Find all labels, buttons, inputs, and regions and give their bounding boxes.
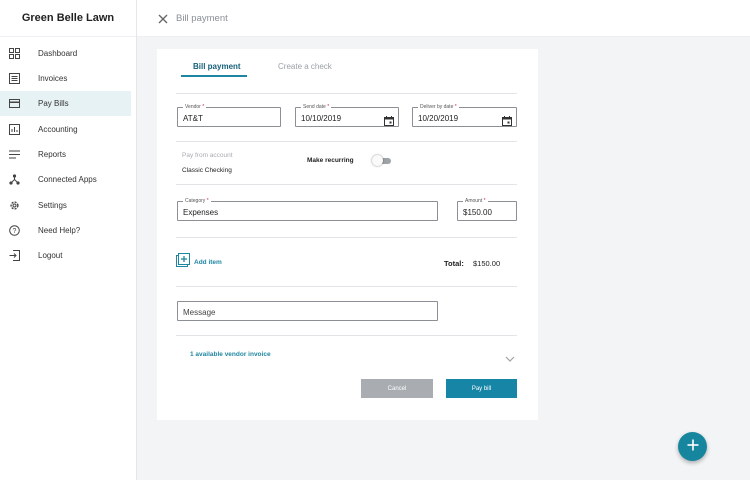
amount-field[interactable]: Amount * $150.00 <box>457 197 517 221</box>
calendar-icon[interactable] <box>502 113 512 126</box>
invoices-icon <box>9 73 20 84</box>
sidebar-item-dashboard[interactable]: Dashboard <box>0 41 131 66</box>
sidebar-item-accounting[interactable]: Accounting <box>0 117 131 142</box>
divider <box>176 141 517 142</box>
vendor-label: Vendor <box>185 104 201 110</box>
tab-create-a-check[interactable]: Create a check <box>278 62 332 71</box>
required-marker: * <box>454 104 457 110</box>
amount-value: $150.00 <box>463 208 492 217</box>
sidebar-item-label: Need Help? <box>38 226 81 235</box>
sidebar-item-label: Accounting <box>38 125 78 134</box>
make-recurring-label: Make recurring <box>307 157 354 164</box>
deliver-by-date-field[interactable]: Deliver by date * 10/20/2019 <box>412 103 517 127</box>
divider <box>176 335 517 336</box>
send-date-field[interactable]: Send date * 10/10/2019 <box>295 103 399 127</box>
sidebar-item-label: Pay Bills <box>38 99 69 108</box>
divider <box>176 93 517 94</box>
sidebar-item-invoices[interactable]: Invoices <box>0 66 131 91</box>
category-field[interactable]: Category * Expenses <box>177 197 438 221</box>
help-icon: ? <box>9 225 20 236</box>
pay-from-account-value[interactable]: Classic Checking <box>182 167 232 174</box>
message-field[interactable]: Message <box>177 301 438 321</box>
chevron-down-icon[interactable] <box>505 350 515 362</box>
sidebar-item-pay-bills[interactable]: Pay Bills <box>0 91 131 116</box>
tab-bill-payment[interactable]: Bill payment <box>193 62 241 71</box>
divider <box>176 184 517 185</box>
required-marker: * <box>483 198 486 204</box>
cancel-button[interactable]: Cancel <box>361 379 433 398</box>
sidebar-item-connected-apps[interactable]: Connected Apps <box>0 167 131 192</box>
sidebar-item-need-help[interactable]: ? Need Help? <box>0 218 131 243</box>
chart-icon <box>9 124 20 135</box>
divider <box>176 237 517 238</box>
dashboard-icon <box>9 48 20 59</box>
required-marker: * <box>202 104 205 110</box>
sidebar-item-label: Dashboard <box>38 49 78 58</box>
brand-name: Green Belle Lawn <box>0 0 136 37</box>
send-date-value: 10/10/2019 <box>301 114 342 123</box>
category-value: Expenses <box>183 208 219 217</box>
deliver-by-date-value: 10/20/2019 <box>418 114 459 123</box>
vendor-value: AT&T <box>183 114 203 123</box>
total-value: $150.00 <box>473 259 501 268</box>
sidebar-item-settings[interactable]: Settings <box>0 193 131 218</box>
vendor-invoice-link[interactable]: 1 available vendor invoice <box>190 351 271 358</box>
credit-card-icon <box>9 98 20 109</box>
sidebar-item-label: Invoices <box>38 74 68 83</box>
toggle-knob <box>372 155 383 166</box>
pay-from-account-label: Pay from account <box>182 152 233 159</box>
svg-text:?: ? <box>13 228 17 235</box>
deliver-by-date-label: Deliver by date <box>420 104 454 110</box>
required-marker: * <box>327 104 330 110</box>
sidebar-item-label: Connected Apps <box>38 175 97 184</box>
add-item-button[interactable]: Add item <box>176 253 222 272</box>
sidebar-item-logout[interactable]: Logout <box>0 243 131 268</box>
pay-bill-button[interactable]: Pay bill <box>446 379 517 398</box>
category-label: Category <box>185 198 206 204</box>
vendor-field[interactable]: Vendor * AT&T <box>177 103 281 127</box>
connected-apps-icon <box>9 174 20 185</box>
send-date-label: Send date <box>303 104 326 110</box>
close-icon[interactable] <box>157 12 169 24</box>
top-bar: Bill payment <box>137 0 750 37</box>
add-item-label: Add item <box>194 259 222 266</box>
sidebar-item-label: Reports <box>38 150 67 159</box>
sidebar-item-reports[interactable]: Reports <box>0 142 131 167</box>
reports-icon <box>9 149 20 160</box>
total-label: Total: <box>444 259 464 268</box>
required-marker: * <box>206 198 209 204</box>
plus-icon <box>687 438 699 456</box>
logout-icon <box>9 250 20 261</box>
message-placeholder: Message <box>183 308 216 317</box>
divider <box>176 286 517 287</box>
amount-label: Amount <box>465 198 483 204</box>
sidebar-item-label: Logout <box>38 251 63 260</box>
gear-icon <box>9 200 20 211</box>
make-recurring-toggle[interactable] <box>372 155 392 166</box>
active-tab-indicator <box>181 75 247 77</box>
calendar-icon[interactable] <box>384 113 394 126</box>
page-title: Bill payment <box>176 13 228 24</box>
sidebar-item-label: Settings <box>38 201 67 210</box>
add-box-icon <box>176 253 190 272</box>
bill-payment-card <box>157 49 538 420</box>
sidebar: Green Belle Lawn Dashboard Invoices Pay … <box>0 0 137 480</box>
add-fab-button[interactable] <box>678 432 707 461</box>
